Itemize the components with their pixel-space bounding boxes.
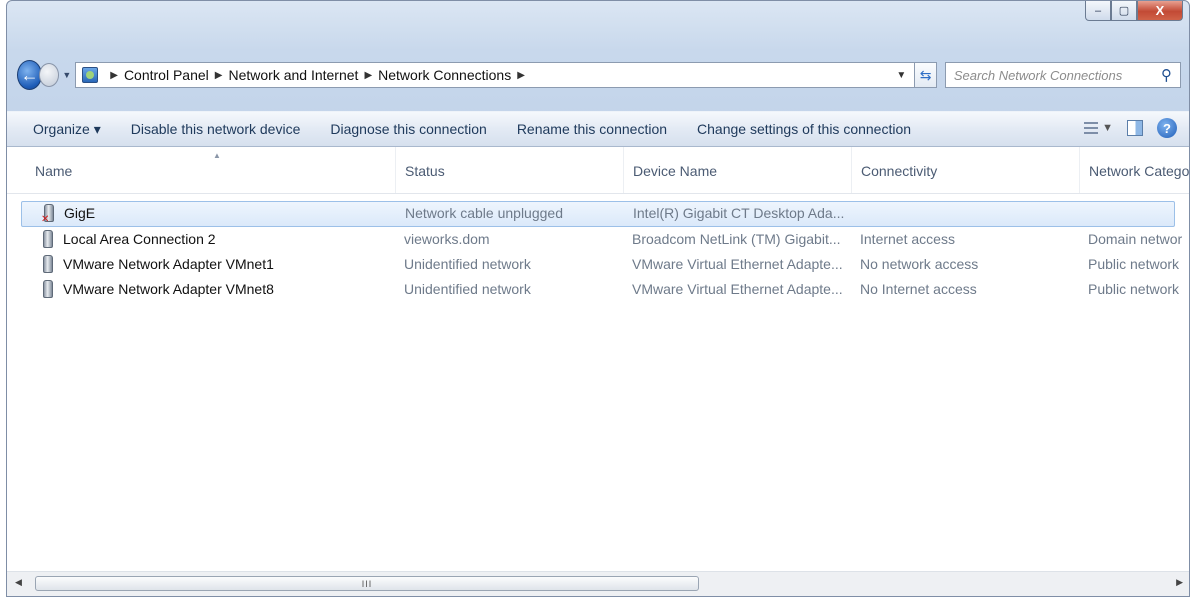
minimize-button[interactable]: – — [1085, 1, 1111, 21]
list-item[interactable]: Local Area Connection 2 vieworks.dom Bro… — [7, 227, 1189, 252]
connection-connectivity: No Internet access — [860, 281, 977, 297]
chevron-down-icon: ▼ — [1102, 122, 1113, 134]
connection-name: GigE — [64, 205, 96, 221]
connection-name: VMware Network Adapter VMnet8 — [63, 281, 274, 297]
breadcrumb-control-panel[interactable]: Control Panel — [124, 67, 209, 83]
breadcrumb-network-and-internet[interactable]: Network and Internet — [228, 67, 358, 83]
list-item[interactable]: ✕ GigE Network cable unplugged Intel(R) … — [21, 201, 1175, 227]
control-panel-icon — [82, 67, 99, 83]
search-input[interactable]: Search Network Connections ⚲ — [944, 62, 1181, 88]
organize-menu[interactable]: Organize ▾ — [33, 121, 101, 138]
connection-category: Domain networ — [1088, 231, 1183, 247]
breadcrumb-arrow-icon[interactable]: ▶ — [517, 70, 525, 81]
caption-buttons: – ▢ X — [1085, 1, 1183, 21]
preview-pane-icon[interactable] — [1127, 120, 1143, 136]
connection-device: VMware Virtual Ethernet Adapte... — [632, 256, 843, 272]
connection-device: Intel(R) Gigabit CT Desktop Ada... — [633, 205, 845, 221]
change-view-button[interactable]: ▼ — [1084, 122, 1113, 134]
address-bar[interactable]: ▶ Control Panel ▶ Network and Internet ▶… — [75, 62, 916, 88]
network-adapter-icon — [43, 230, 53, 248]
connection-status: Unidentified network — [404, 256, 531, 272]
rename-connection-button[interactable]: Rename this connection — [517, 121, 667, 137]
error-x-icon: ✕ — [41, 214, 50, 225]
scroll-right-icon[interactable]: ▶ — [1176, 577, 1183, 588]
list-item[interactable]: VMware Network Adapter VMnet8 Unidentifi… — [7, 277, 1189, 302]
breadcrumb-arrow-icon[interactable]: ▶ — [110, 70, 118, 81]
column-header-connectivity[interactable]: Connectivity — [861, 163, 937, 179]
column-divider[interactable] — [1079, 147, 1080, 193]
connection-category: Public network — [1088, 281, 1180, 297]
help-icon[interactable]: ? — [1157, 118, 1177, 138]
connection-connectivity: No network access — [860, 256, 979, 272]
toolbar-right-icons: ▼ ? — [1084, 118, 1177, 138]
column-header-network-category[interactable]: Network Catego — [1089, 163, 1189, 179]
connection-connectivity: Internet access — [860, 231, 955, 247]
refresh-button[interactable]: ⇆ — [915, 62, 937, 88]
network-adapter-icon — [43, 255, 53, 273]
scroll-left-icon[interactable]: ◀ — [15, 577, 22, 588]
breadcrumb-arrow-icon[interactable]: ▶ — [364, 70, 372, 81]
breadcrumb-arrow-icon[interactable]: ▶ — [215, 70, 223, 81]
network-connections-window: – ▢ X ← ▼ ▶ Control Panel ▶ Network and … — [6, 0, 1190, 597]
breadcrumb-network-connections[interactable]: Network Connections — [378, 67, 511, 83]
search-placeholder: Search Network Connections — [953, 67, 1123, 83]
forward-button[interactable] — [39, 63, 60, 87]
scrollbar-grip: III — [361, 578, 373, 589]
connection-name: VMware Network Adapter VMnet1 — [63, 256, 274, 272]
details-view-icon — [1084, 122, 1099, 134]
horizontal-scrollbar[interactable]: ◀ III ▶ — [7, 571, 1189, 596]
connection-list: ✕ GigE Network cable unplugged Intel(R) … — [7, 201, 1189, 302]
diagnose-connection-button[interactable]: Diagnose this connection — [330, 121, 486, 137]
address-row: ← ▼ ▶ Control Panel ▶ Network and Intern… — [17, 59, 1181, 91]
network-adapter-disconnected-icon: ✕ — [41, 204, 54, 225]
connection-device: Broadcom NetLink (TM) Gigabit... — [632, 231, 841, 247]
column-header-device-name[interactable]: Device Name — [633, 163, 717, 179]
maximize-button[interactable]: ▢ — [1111, 1, 1137, 21]
column-header-row: Name ▲ Status Device Name Connectivity N… — [7, 147, 1189, 194]
connection-status: Network cable unplugged — [405, 205, 563, 221]
file-list: Name ▲ Status Device Name Connectivity N… — [7, 147, 1189, 596]
change-settings-button[interactable]: Change settings of this connection — [697, 121, 911, 137]
connection-status: vieworks.dom — [404, 231, 490, 247]
search-icon[interactable]: ⚲ — [1161, 66, 1172, 84]
sort-ascending-icon: ▲ — [213, 151, 221, 160]
network-adapter-icon — [43, 280, 53, 298]
list-item[interactable]: VMware Network Adapter VMnet1 Unidentifi… — [7, 252, 1189, 277]
connection-status: Unidentified network — [404, 281, 531, 297]
connection-name: Local Area Connection 2 — [63, 231, 216, 247]
column-divider[interactable] — [395, 147, 396, 193]
column-divider[interactable] — [851, 147, 852, 193]
command-bar: Organize ▾ Disable this network device D… — [7, 111, 1189, 147]
close-button[interactable]: X — [1137, 1, 1183, 21]
column-divider[interactable] — [623, 147, 624, 193]
connection-category: Public network — [1088, 256, 1180, 272]
column-header-status[interactable]: Status — [405, 163, 445, 179]
address-history-dropdown-icon[interactable]: ▼ — [896, 70, 906, 81]
scrollbar-thumb[interactable]: III — [35, 576, 699, 591]
refresh-icon: ⇆ — [919, 66, 932, 83]
recent-pages-dropdown-icon[interactable]: ▼ — [62, 70, 71, 80]
column-header-name[interactable]: Name — [35, 163, 72, 179]
back-arrow-icon: ← — [20, 64, 39, 85]
connection-device: VMware Virtual Ethernet Adapte... — [632, 281, 843, 297]
disable-device-button[interactable]: Disable this network device — [131, 121, 301, 137]
